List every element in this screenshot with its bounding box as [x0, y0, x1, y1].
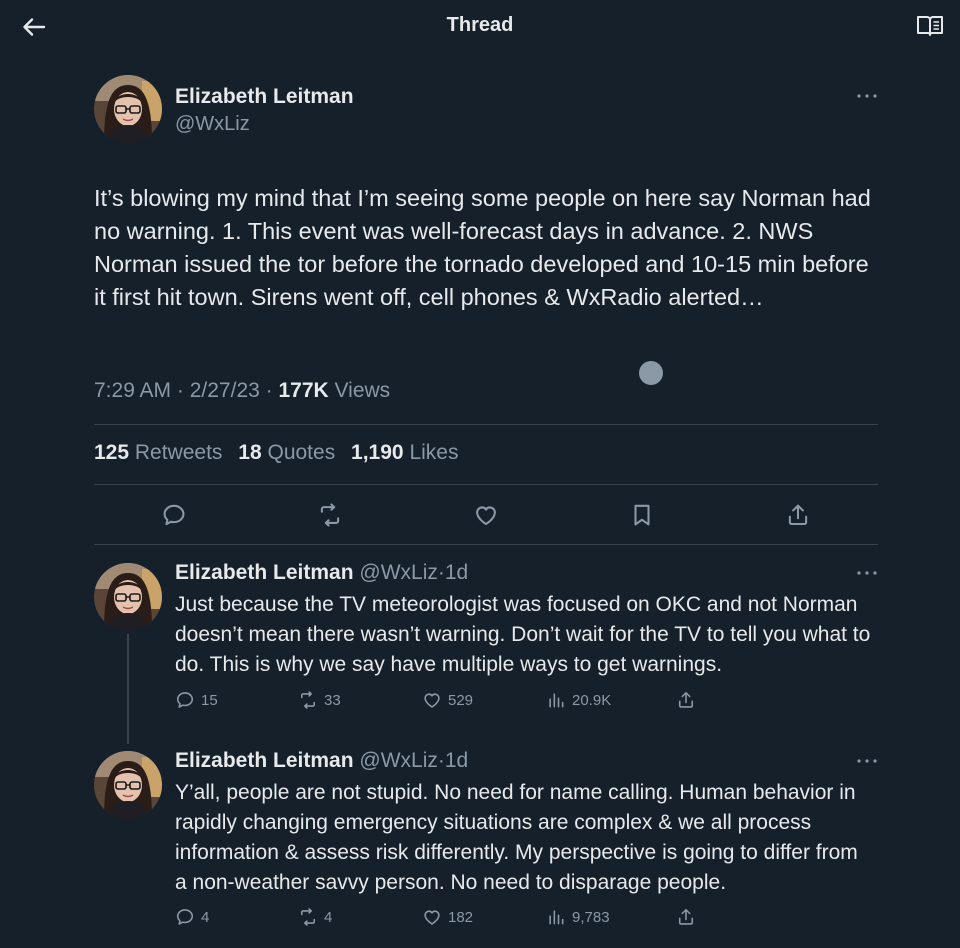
likes-stat[interactable]: 1,190 Likes — [351, 441, 458, 464]
reply-text: Just because the TV meteorologist was fo… — [175, 593, 871, 676]
share-icon — [676, 907, 696, 927]
more-button[interactable] — [856, 91, 878, 101]
avatar[interactable] — [94, 751, 162, 819]
tweet-time[interactable]: 7:29 AM — [94, 379, 171, 402]
likes-count: 1,190 — [351, 441, 404, 464]
retweet-count: 33 — [324, 691, 341, 709]
speech-bubble-icon — [161, 502, 187, 528]
separator-dot: · — [176, 379, 190, 402]
speech-bubble-icon — [175, 907, 195, 927]
engagement-stats: 125 Retweets 18 Quotes 1,190 Likes — [94, 441, 458, 465]
divider — [94, 424, 878, 425]
share-button[interactable] — [676, 907, 696, 927]
separator-dot: · — [437, 749, 445, 772]
profile-photo — [94, 563, 162, 631]
more-horizontal-icon — [856, 756, 878, 766]
share-icon — [676, 690, 696, 710]
like-button[interactable]: 529 — [422, 690, 473, 710]
more-button[interactable] — [856, 568, 878, 578]
author-handle[interactable]: @WxLiz — [359, 749, 437, 772]
reply-count: 15 — [201, 691, 218, 709]
speech-bubble-icon — [175, 690, 195, 710]
author-name[interactable]: Elizabeth Leitman — [175, 749, 354, 772]
cursor-indicator — [639, 361, 663, 385]
reply-button[interactable] — [161, 502, 187, 528]
retweet-button[interactable]: 4 — [298, 907, 332, 927]
likes-label: Likes — [409, 441, 459, 464]
more-horizontal-icon — [856, 91, 878, 101]
profile-photo — [94, 75, 162, 143]
author-handle[interactable]: @WxLiz — [175, 113, 250, 136]
heart-icon — [422, 690, 442, 710]
divider — [94, 484, 878, 485]
views-count: 177K — [278, 379, 329, 402]
quotes-count: 18 — [238, 441, 262, 464]
reply-button[interactable]: 4 — [175, 907, 209, 927]
share-icon — [785, 502, 811, 528]
page-title: Thread — [446, 14, 514, 36]
bar-chart-icon — [546, 907, 566, 927]
tweet-date[interactable]: 2/27/23 — [190, 379, 260, 402]
reply-count: 4 — [201, 908, 210, 926]
retweet-button[interactable]: 33 — [298, 690, 341, 710]
reply-text: Y’all, people are not stupid. No need fo… — [175, 781, 858, 894]
like-button[interactable]: 182 — [422, 907, 473, 927]
divider — [94, 544, 878, 545]
profile-photo — [94, 751, 162, 819]
view-count: 9,783 — [572, 908, 610, 926]
bookmark-button[interactable] — [629, 502, 655, 528]
author-name[interactable]: Elizabeth Leitman — [175, 561, 354, 584]
reply-button[interactable]: 15 — [175, 690, 218, 710]
author-name[interactable]: Elizabeth Leitman — [175, 85, 354, 109]
separator-dot: · — [437, 561, 445, 584]
retweets-count: 125 — [94, 441, 130, 464]
views-label: Views — [334, 379, 391, 402]
retweets-label: Retweets — [134, 441, 223, 464]
views-button[interactable]: 20.9K — [546, 690, 611, 710]
reply-header: Elizabeth Leitman @WxLiz·1d — [175, 749, 468, 773]
reader-mode-button[interactable] — [916, 14, 944, 38]
retweet-icon — [298, 690, 318, 710]
like-count: 182 — [448, 908, 474, 926]
retweet-button[interactable] — [317, 502, 343, 528]
more-button[interactable] — [856, 756, 878, 766]
bookmark-icon — [629, 502, 655, 528]
tweet-meta: 7:29 AM · 2/27/23 · 177K Views — [94, 379, 390, 403]
like-count: 529 — [448, 691, 474, 709]
quotes-label: Quotes — [267, 441, 336, 464]
avatar[interactable] — [94, 75, 162, 143]
retweet-icon — [298, 907, 318, 927]
retweet-icon — [317, 502, 343, 528]
reply-header: Elizabeth Leitman @WxLiz·1d — [175, 561, 468, 585]
like-button[interactable] — [473, 502, 499, 528]
separator-dot: · — [265, 379, 279, 402]
retweets-stat[interactable]: 125 Retweets — [94, 441, 222, 464]
views-button[interactable]: 9,783 — [546, 907, 610, 927]
heart-icon — [422, 907, 442, 927]
tweet-text: It’s blowing my mind that I’m seeing som… — [94, 185, 871, 310]
view-count: 20.9K — [572, 691, 612, 709]
open-book-icon — [917, 16, 943, 36]
retweet-count: 4 — [324, 908, 333, 926]
thread-connector — [127, 634, 129, 744]
reply-age[interactable]: 1d — [445, 561, 468, 584]
author-handle[interactable]: @WxLiz — [359, 561, 437, 584]
more-horizontal-icon — [856, 568, 878, 578]
bar-chart-icon — [546, 690, 566, 710]
heart-icon — [473, 502, 499, 528]
quotes-stat[interactable]: 18 Quotes — [238, 441, 335, 464]
top-bar: Thread — [0, 0, 960, 52]
avatar[interactable] — [94, 563, 162, 631]
share-button[interactable] — [785, 502, 811, 528]
reply-age[interactable]: 1d — [445, 749, 468, 772]
share-button[interactable] — [676, 690, 696, 710]
